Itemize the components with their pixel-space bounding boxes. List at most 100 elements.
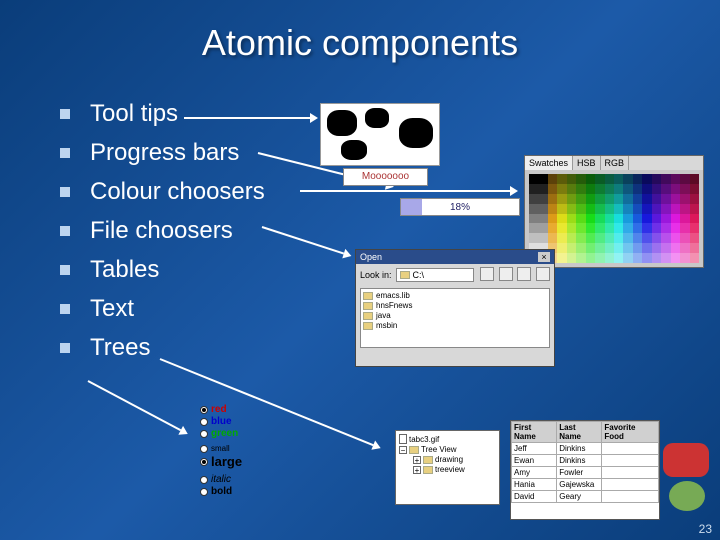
arrow-icon [262, 226, 344, 254]
file-list[interactable]: emacs.lib hnsFnews java msbin [360, 288, 550, 348]
tree-label: tabc3.gif [409, 435, 439, 444]
file-item[interactable]: emacs.lib [363, 291, 547, 300]
expand-icon[interactable]: + [413, 466, 421, 474]
color-option[interactable]: blue [200, 416, 265, 427]
bullet-text: File choosers [90, 217, 233, 245]
table-row[interactable]: EwanDinkins [512, 455, 659, 467]
detail-view-icon[interactable] [536, 267, 550, 281]
table-header[interactable]: Favorite Food [602, 422, 659, 443]
folder-icon [363, 312, 373, 320]
arrow-icon [160, 358, 374, 446]
bullet-icon [60, 226, 70, 236]
table-header[interactable]: First Name [512, 422, 557, 443]
bullet-item: Text [60, 295, 265, 323]
up-folder-icon[interactable] [480, 267, 494, 281]
style-option[interactable]: bold [200, 486, 265, 497]
table-row[interactable]: DavidGeary [512, 491, 659, 503]
radio-icon [200, 445, 208, 453]
table-cell [602, 455, 659, 467]
bullet-icon [60, 343, 70, 353]
list-view-icon[interactable] [517, 267, 531, 281]
tab-rgb[interactable]: RGB [601, 156, 630, 170]
file-item[interactable]: msbin [363, 321, 547, 330]
bullet-list: Tool tips Progress bars Colour choosers … [60, 100, 265, 373]
arrow-icon [184, 117, 310, 119]
option-label: bold [211, 486, 232, 497]
cow-image [320, 103, 440, 166]
tree-view[interactable]: tabc3.gif −Tree View + drawing + treeview [395, 430, 500, 505]
size-option[interactable]: small [200, 444, 265, 453]
table-cell [602, 443, 659, 455]
file-item[interactable]: hnsFnews [363, 301, 547, 310]
table-cell: Hania [512, 479, 557, 491]
folder-icon [423, 466, 433, 474]
style-option[interactable]: italic [200, 474, 265, 485]
table-cell: Fowler [557, 467, 602, 479]
radio-icon [200, 406, 208, 414]
arrow-icon [300, 190, 510, 192]
table-cell [602, 467, 659, 479]
progress-label: 18% [401, 199, 519, 217]
folder-icon [363, 292, 373, 300]
tab-swatches[interactable]: Swatches [525, 156, 573, 170]
tree-item[interactable]: tabc3.gif [399, 434, 496, 444]
lookin-row: Look in: C:\ [356, 264, 554, 286]
file-chooser[interactable]: Open × Look in: C:\ emacs.lib hnsFnews j… [355, 249, 555, 367]
file-item[interactable]: java [363, 311, 547, 320]
file-chooser-titlebar: Open × [356, 250, 554, 264]
expand-icon[interactable]: + [413, 456, 421, 464]
table-cell [602, 491, 659, 503]
progress-bar: 18% [400, 198, 520, 216]
lookin-combo[interactable]: C:\ [396, 268, 475, 282]
file-name: hnsFnews [376, 301, 412, 310]
close-icon[interactable]: × [538, 252, 550, 262]
lookin-label: Look in: [360, 270, 392, 280]
radio-icon [200, 488, 208, 496]
bullet-item: Tool tips [60, 100, 265, 128]
tree-item[interactable]: −Tree View [399, 445, 496, 454]
folder-icon [409, 446, 419, 454]
option-label: green [211, 428, 238, 439]
tree-label: drawing [435, 455, 463, 464]
file-name: msbin [376, 321, 397, 330]
size-option[interactable]: large [200, 454, 265, 469]
table-row[interactable]: HaniaGajewska [512, 479, 659, 491]
bullet-text: Progress bars [90, 139, 239, 167]
file-name: java [376, 311, 391, 320]
folder-icon [363, 322, 373, 330]
slide-title: Atomic components [0, 0, 720, 64]
table-row[interactable]: AmyFowler [512, 467, 659, 479]
table-cell: Amy [512, 467, 557, 479]
tree-item[interactable]: + treeview [399, 465, 496, 474]
tree-label: treeview [435, 465, 465, 474]
table-row[interactable]: JeffDinkins [512, 443, 659, 455]
bullet-icon [60, 304, 70, 314]
drive-icon [400, 271, 410, 279]
color-chooser-tabs: Swatches HSB RGB [525, 156, 703, 170]
radio-icon [200, 458, 208, 466]
table-cell: Dinkins [557, 455, 602, 467]
tooltip-example: Mooooooo [343, 168, 428, 186]
bullet-item: Colour choosers [60, 178, 265, 206]
table-header-row: First Name Last Name Favorite Food [512, 422, 659, 443]
option-label: large [211, 454, 242, 469]
tab-hsb[interactable]: HSB [573, 156, 601, 170]
bullet-text: Trees [90, 334, 150, 362]
bullet-icon [60, 187, 70, 197]
bullet-icon [60, 109, 70, 119]
option-label: red [211, 404, 227, 415]
color-option[interactable]: green [200, 428, 265, 439]
bullet-item: Trees [60, 334, 265, 362]
folder-icon [363, 302, 373, 310]
collapse-icon[interactable]: − [399, 446, 407, 454]
table-header[interactable]: Last Name [557, 422, 602, 443]
table-cell: Jeff [512, 443, 557, 455]
table-cell [602, 479, 659, 491]
table-cell: Geary [557, 491, 602, 503]
color-option[interactable]: red [200, 404, 265, 415]
option-label: small [211, 444, 230, 453]
radio-icon [200, 418, 208, 426]
new-folder-icon[interactable] [499, 267, 513, 281]
tree-item[interactable]: + drawing [399, 455, 496, 464]
data-table[interactable]: First Name Last Name Favorite Food JeffD… [510, 420, 660, 520]
